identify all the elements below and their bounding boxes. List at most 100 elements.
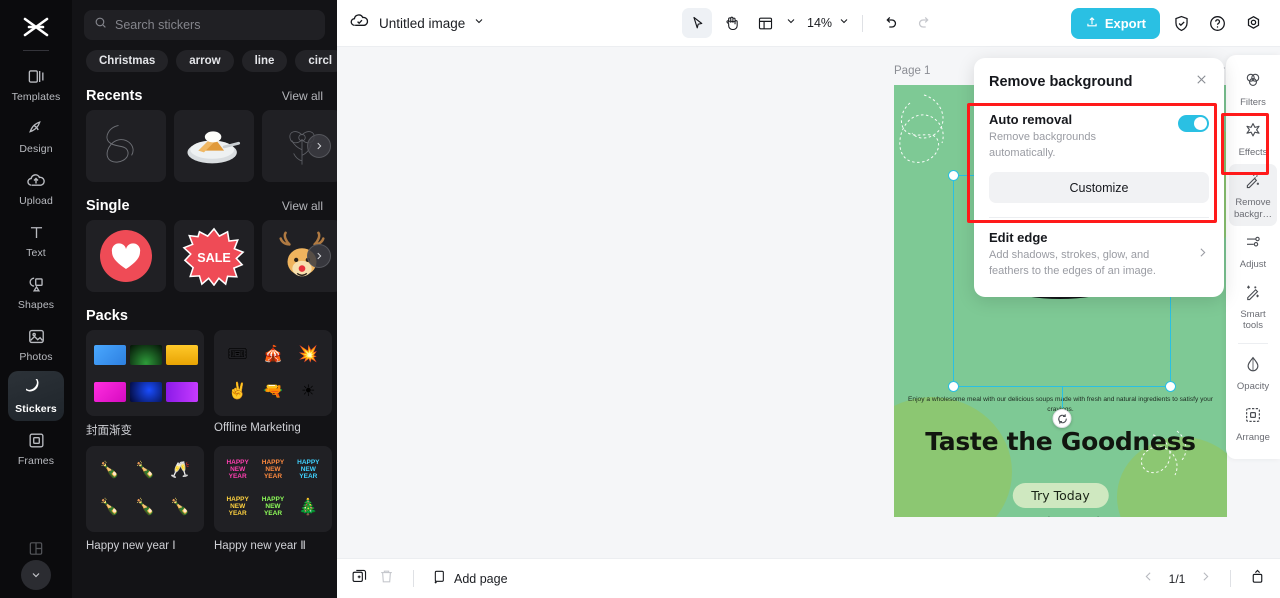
- sidebar-item-design[interactable]: Design: [8, 111, 64, 161]
- packs-row-1: 封面渐变 🎟 🎪 💥 ✌ 🔫 ☀ Offline Marketing: [72, 330, 337, 438]
- edit-edge-title: Edit edge: [989, 230, 1048, 246]
- pack-happy-new-year-2[interactable]: HAPPY NEW YEAR HAPPY NEW YEAR HAPPY NEW …: [214, 446, 332, 552]
- pack-gradient-covers[interactable]: 封面渐变: [86, 330, 204, 438]
- right-item-smart-tools[interactable]: Smart tools: [1229, 276, 1277, 337]
- pack-preview: 🎟 🎪 💥 ✌ 🔫 ☀: [214, 330, 332, 416]
- redo-icon[interactable]: [909, 8, 939, 38]
- sidebar-item-frames[interactable]: Frames: [8, 423, 64, 473]
- right-item-label: Adjust: [1239, 258, 1267, 270]
- rotate-icon[interactable]: [1052, 409, 1072, 428]
- search-icon: [94, 16, 107, 34]
- chevron-right-icon[interactable]: [1196, 246, 1209, 264]
- canvas-tools: 14%: [682, 8, 939, 38]
- export-label: Export: [1104, 15, 1146, 31]
- section-title: Recents: [86, 88, 143, 104]
- chevron-left-icon[interactable]: [1142, 570, 1155, 588]
- undo-icon[interactable]: [875, 8, 905, 38]
- zoom-level[interactable]: 14%: [807, 16, 832, 30]
- single-next-arrow[interactable]: [307, 244, 331, 268]
- close-icon[interactable]: [1194, 72, 1209, 92]
- edit-edge-description: Add shadows, strokes, glow, and feathers…: [989, 249, 1156, 277]
- right-item-label: Opacity: [1236, 381, 1270, 393]
- gear-icon[interactable]: [1238, 8, 1268, 38]
- pack-tile-icon: ☀: [301, 382, 316, 400]
- right-item-opacity[interactable]: Opacity: [1229, 348, 1277, 398]
- recents-row: [72, 110, 337, 182]
- duplicate-page-icon[interactable]: [351, 568, 368, 590]
- view-all-single[interactable]: View all: [282, 199, 323, 213]
- decor-blob-bottomleft: [894, 397, 1012, 517]
- app-root: Templates Design Upload Text Shapes Phot…: [0, 0, 1280, 598]
- layout-grid-tool[interactable]: [750, 8, 780, 38]
- pack-tile-icon: ✌: [227, 382, 248, 400]
- export-button[interactable]: Export: [1070, 7, 1160, 39]
- right-item-filters[interactable]: Filters: [1229, 64, 1277, 114]
- pumpkin-pie-slice-sticker[interactable]: [174, 110, 254, 182]
- chip-line[interactable]: line: [241, 50, 288, 72]
- search-sticker-box[interactable]: [84, 10, 325, 40]
- search-input[interactable]: [115, 18, 315, 32]
- chip-arrow[interactable]: arrow: [176, 50, 234, 72]
- heart-sticker[interactable]: [86, 220, 166, 292]
- pack-tile-text: HAPPY NEW YEAR: [261, 496, 285, 517]
- toolbar-divider: [862, 14, 864, 32]
- design-headline[interactable]: Taste the Goodness: [894, 427, 1227, 456]
- sidebar-item-text[interactable]: Text: [8, 215, 64, 265]
- hand-tool[interactable]: [716, 8, 746, 38]
- effects-star-icon: [1244, 121, 1262, 144]
- right-item-adjust[interactable]: Adjust: [1229, 226, 1277, 276]
- right-item-remove-background[interactable]: Remove backgr…: [1229, 164, 1277, 226]
- sidebar-item-photos[interactable]: Photos: [8, 319, 64, 369]
- design-contact-info[interactable]: 123 Anywhere St., Any City nello@capcut.…: [894, 515, 1227, 517]
- select-tool[interactable]: [682, 8, 712, 38]
- pack-tile-icon: 🍾: [135, 498, 155, 516]
- scribble-line-sticker[interactable]: [86, 110, 166, 182]
- upload-cloud-icon: [25, 170, 47, 192]
- chevron-down-icon[interactable]: [785, 14, 797, 32]
- chevron-down-icon[interactable]: [473, 14, 485, 32]
- chip-christmas[interactable]: Christmas: [86, 50, 169, 72]
- question-circle-icon[interactable]: [1202, 8, 1232, 38]
- auto-removal-toggle[interactable]: [1178, 115, 1209, 132]
- sidebar-item-label: Photos: [19, 350, 53, 363]
- auto-removal-description: Remove backgrounds automatically.: [989, 131, 1097, 159]
- sidebar-item-label: Text: [26, 246, 46, 259]
- section-header-recents: Recents View all: [72, 72, 337, 110]
- present-icon[interactable]: [1249, 568, 1266, 590]
- gradient-swatch: [166, 381, 198, 402]
- pack-tile-icon: 🎪: [263, 345, 283, 363]
- cloud-saved-icon[interactable]: [349, 10, 370, 36]
- right-item-effects[interactable]: Effects: [1229, 114, 1277, 164]
- pack-happy-new-year-1[interactable]: 🍾 🍾 🥂 🍾 🍾 🍾 Happy new year Ⅰ: [86, 446, 204, 552]
- sidebar-item-label: Stickers: [15, 402, 57, 415]
- sidebar-item-stickers[interactable]: Stickers: [8, 371, 64, 421]
- customize-button[interactable]: Customize: [989, 172, 1209, 204]
- sidebar-item-shapes[interactable]: Shapes: [8, 267, 64, 317]
- pack-label: Offline Marketing: [214, 422, 301, 434]
- chevron-down-icon[interactable]: [21, 560, 51, 590]
- shapes-icon: [25, 274, 47, 296]
- bottom-left-actions: Add page: [351, 568, 508, 590]
- edit-edge-section[interactable]: Edit edge Add shadows, strokes, glow, an…: [974, 218, 1224, 291]
- stickers-icon: [25, 378, 47, 400]
- recents-next-arrow[interactable]: [307, 134, 331, 158]
- chevron-right-icon[interactable]: [1199, 570, 1212, 588]
- right-item-label: Arrange: [1236, 431, 1270, 443]
- trash-icon[interactable]: [378, 568, 395, 590]
- sidebar-item-partial[interactable]: [28, 540, 45, 562]
- add-page-button[interactable]: Add page: [432, 569, 508, 588]
- shield-check-icon[interactable]: [1166, 8, 1196, 38]
- right-item-arrange[interactable]: Arrange: [1229, 399, 1277, 449]
- view-all-recents[interactable]: View all: [282, 89, 323, 103]
- pack-offline-marketing[interactable]: 🎟 🎪 💥 ✌ 🔫 ☀ Offline Marketing: [214, 330, 332, 438]
- sale-burst-sticker[interactable]: SALE: [174, 220, 254, 292]
- chip-circle[interactable]: circl: [295, 50, 337, 72]
- chevron-down-icon[interactable]: [838, 14, 850, 32]
- add-page-label: Add page: [454, 571, 508, 586]
- capcut-logo-icon[interactable]: [16, 10, 56, 44]
- document-title[interactable]: Untitled image: [379, 16, 465, 31]
- right-item-label: Filters: [1240, 97, 1266, 108]
- design-cta-button[interactable]: Try Today: [1012, 483, 1109, 508]
- sidebar-item-templates[interactable]: Templates: [8, 59, 64, 109]
- sidebar-item-upload[interactable]: Upload: [8, 163, 64, 213]
